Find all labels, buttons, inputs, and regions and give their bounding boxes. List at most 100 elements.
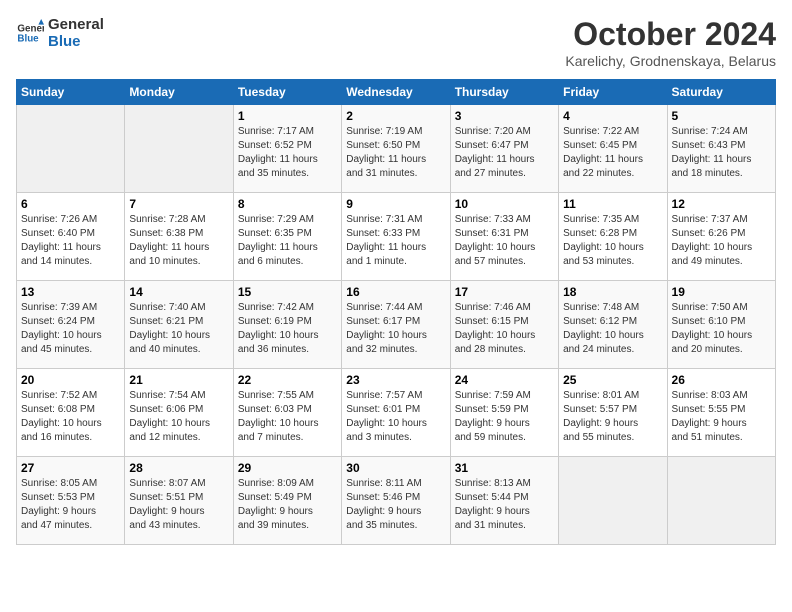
day-info: Sunrise: 7:52 AM Sunset: 6:08 PM Dayligh… [21,389,120,445]
day-number: 13 [21,285,120,299]
day-number: 19 [672,285,771,299]
week-row-0: 1 Sunrise: 7:17 AM Sunset: 6:52 PM Daylig… [17,105,776,193]
logo-icon: General Blue [16,19,44,47]
calendar-cell: 17 Sunrise: 7:46 AM Sunset: 6:15 PM Dayli… [450,281,558,369]
calendar-cell [125,105,233,193]
day-info: Sunrise: 7:19 AM Sunset: 6:50 PM Dayligh… [346,125,445,181]
day-number: 31 [455,461,554,475]
day-info: Sunrise: 7:35 AM Sunset: 6:28 PM Dayligh… [563,213,662,269]
calendar-cell: 18 Sunrise: 7:48 AM Sunset: 6:12 PM Dayli… [559,281,667,369]
day-info: Sunrise: 7:22 AM Sunset: 6:45 PM Dayligh… [563,125,662,181]
header-row: SundayMondayTuesdayWednesdayThursdayFrid… [17,80,776,105]
calendar-cell: 14Sunrise: 7:40 AM Sunset: 6:21 PM Dayli… [125,281,233,369]
calendar-cell: 21 Sunrise: 7:54 AM Sunset: 6:06 PM Dayli… [125,369,233,457]
calendar-cell: 6Sunrise: 7:26 AM Sunset: 6:40 PM Daylig… [17,193,125,281]
calendar-cell: 20 Sunrise: 7:52 AM Sunset: 6:08 PM Dayli… [17,369,125,457]
day-info: Sunrise: 7:57 AM Sunset: 6:01 PM Dayligh… [346,389,445,445]
day-number: 10 [455,197,554,211]
calendar-cell: 2 Sunrise: 7:19 AM Sunset: 6:50 PM Daylig… [342,105,450,193]
day-number: 27 [21,461,120,475]
day-number: 23 [346,373,445,387]
day-header-wednesday: Wednesday [342,80,450,105]
day-info: Sunrise: 7:29 AM Sunset: 6:35 PM Dayligh… [238,213,337,269]
week-row-3: 20 Sunrise: 7:52 AM Sunset: 6:08 PM Dayli… [17,369,776,457]
calendar-cell: 29 Sunrise: 8:09 AM Sunset: 5:49 PM Dayli… [233,457,341,545]
day-info: Sunrise: 8:03 AM Sunset: 5:55 PM Dayligh… [672,389,771,445]
day-info: Sunrise: 8:05 AM Sunset: 5:53 PM Dayligh… [21,477,120,533]
day-number: 29 [238,461,337,475]
calendar-cell: 22 Sunrise: 7:55 AM Sunset: 6:03 PM Dayli… [233,369,341,457]
day-info: Sunrise: 7:17 AM Sunset: 6:52 PM Dayligh… [238,125,337,181]
day-info: Sunrise: 8:09 AM Sunset: 5:49 PM Dayligh… [238,477,337,533]
month-title: October 2024 [565,16,776,53]
calendar-cell: 26 Sunrise: 8:03 AM Sunset: 5:55 PM Dayli… [667,369,775,457]
day-info: Sunrise: 7:46 AM Sunset: 6:15 PM Dayligh… [455,301,554,357]
day-info: Sunrise: 7:54 AM Sunset: 6:06 PM Dayligh… [129,389,228,445]
day-info: Sunrise: 7:50 AM Sunset: 6:10 PM Dayligh… [672,301,771,357]
day-header-sunday: Sunday [17,80,125,105]
day-number: 14 [129,285,228,299]
calendar-table: SundayMondayTuesdayWednesdayThursdayFrid… [16,79,776,545]
day-info: Sunrise: 7:44 AM Sunset: 6:17 PM Dayligh… [346,301,445,357]
day-info: Sunrise: 7:42 AM Sunset: 6:19 PM Dayligh… [238,301,337,357]
calendar-cell: 7Sunrise: 7:28 AM Sunset: 6:38 PM Daylig… [125,193,233,281]
day-info: Sunrise: 7:28 AM Sunset: 6:38 PM Dayligh… [129,213,228,269]
day-info: Sunrise: 7:55 AM Sunset: 6:03 PM Dayligh… [238,389,337,445]
day-header-saturday: Saturday [667,80,775,105]
day-header-friday: Friday [559,80,667,105]
day-info: Sunrise: 7:37 AM Sunset: 6:26 PM Dayligh… [672,213,771,269]
calendar-cell: 1 Sunrise: 7:17 AM Sunset: 6:52 PM Daylig… [233,105,341,193]
day-number: 21 [129,373,228,387]
day-info: Sunrise: 7:31 AM Sunset: 6:33 PM Dayligh… [346,213,445,269]
header: General Blue General Blue October 2024 K… [16,16,776,69]
day-number: 5 [672,109,771,123]
calendar-cell: 19 Sunrise: 7:50 AM Sunset: 6:10 PM Dayli… [667,281,775,369]
week-row-4: 27 Sunrise: 8:05 AM Sunset: 5:53 PM Dayli… [17,457,776,545]
calendar-cell [17,105,125,193]
day-info: Sunrise: 7:39 AM Sunset: 6:24 PM Dayligh… [21,301,120,357]
day-number: 3 [455,109,554,123]
day-number: 9 [346,197,445,211]
logo-line2: Blue [48,33,104,50]
calendar-cell: 13 Sunrise: 7:39 AM Sunset: 6:24 PM Dayli… [17,281,125,369]
calendar-cell: 28Sunrise: 8:07 AM Sunset: 5:51 PM Dayli… [125,457,233,545]
day-info: Sunrise: 7:48 AM Sunset: 6:12 PM Dayligh… [563,301,662,357]
calendar-cell: 10Sunrise: 7:33 AM Sunset: 6:31 PM Dayli… [450,193,558,281]
day-number: 15 [238,285,337,299]
day-info: Sunrise: 8:01 AM Sunset: 5:57 PM Dayligh… [563,389,662,445]
week-row-2: 13 Sunrise: 7:39 AM Sunset: 6:24 PM Dayli… [17,281,776,369]
day-number: 22 [238,373,337,387]
calendar-cell: 11 Sunrise: 7:35 AM Sunset: 6:28 PM Dayli… [559,193,667,281]
day-header-monday: Monday [125,80,233,105]
day-number: 30 [346,461,445,475]
day-number: 28 [129,461,228,475]
day-number: 17 [455,285,554,299]
calendar-cell: 23 Sunrise: 7:57 AM Sunset: 6:01 PM Dayli… [342,369,450,457]
day-number: 25 [563,373,662,387]
day-number: 8 [238,197,337,211]
day-number: 12 [672,197,771,211]
day-number: 26 [672,373,771,387]
calendar-cell: 12 Sunrise: 7:37 AM Sunset: 6:26 PM Dayli… [667,193,775,281]
calendar-cell: 9 Sunrise: 7:31 AM Sunset: 6:33 PM Daylig… [342,193,450,281]
calendar-cell: 16Sunrise: 7:44 AM Sunset: 6:17 PM Dayli… [342,281,450,369]
day-number: 20 [21,373,120,387]
calendar-cell: 24Sunrise: 7:59 AM Sunset: 5:59 PM Dayli… [450,369,558,457]
calendar-cell: 8 Sunrise: 7:29 AM Sunset: 6:35 PM Daylig… [233,193,341,281]
day-number: 2 [346,109,445,123]
day-number: 11 [563,197,662,211]
day-number: 18 [563,285,662,299]
subtitle: Karelichy, Grodnenskaya, Belarus [565,53,776,69]
day-info: Sunrise: 8:13 AM Sunset: 5:44 PM Dayligh… [455,477,554,533]
day-number: 24 [455,373,554,387]
calendar-cell: 15 Sunrise: 7:42 AM Sunset: 6:19 PM Dayli… [233,281,341,369]
calendar-cell: 3 Sunrise: 7:20 AM Sunset: 6:47 PM Daylig… [450,105,558,193]
svg-text:Blue: Blue [17,33,39,44]
day-number: 1 [238,109,337,123]
calendar-cell: 5Sunrise: 7:24 AM Sunset: 6:43 PM Daylig… [667,105,775,193]
week-row-1: 6Sunrise: 7:26 AM Sunset: 6:40 PM Daylig… [17,193,776,281]
day-number: 4 [563,109,662,123]
calendar-cell: 27 Sunrise: 8:05 AM Sunset: 5:53 PM Dayli… [17,457,125,545]
day-info: Sunrise: 7:20 AM Sunset: 6:47 PM Dayligh… [455,125,554,181]
calendar-cell [559,457,667,545]
